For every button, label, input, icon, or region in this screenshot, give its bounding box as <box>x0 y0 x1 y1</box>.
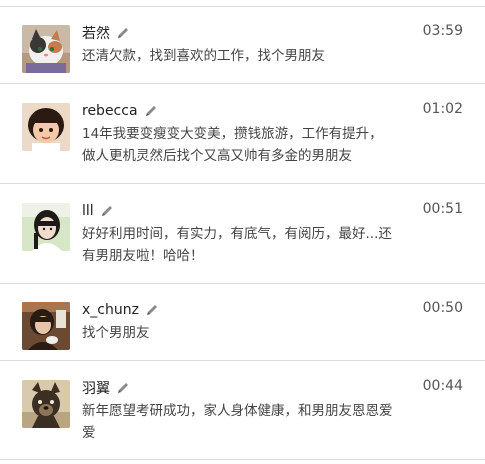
post-time: 00:44 <box>422 378 463 394</box>
wish-text: 还清欠款，找到喜欢的工作，找个男朋友 <box>82 45 407 67</box>
pencil-icon[interactable] <box>144 104 158 118</box>
wish-text-line: 有男朋友啦！哈哈！ <box>82 248 204 264</box>
wish-text: 14年我要变瘦变大变美，攒钱旅游，工作有提升， 做人更机灵然后找个又高又帅有多金… <box>82 123 407 167</box>
wish-text: 新年愿望考研成功，家人身体健康，和男朋友恩恩爱 爱 <box>82 400 407 444</box>
wish-feed: 若然 03:59 还清欠款，找到喜欢的工作，找个男朋友 rebecca 01:0… <box>0 0 485 464</box>
user-name[interactable]: 羽翼 <box>82 378 110 398</box>
user-name[interactable]: x_chunz <box>82 302 139 318</box>
wish-text-line: 新年愿望考研成功，家人身体健康，和男朋友恩恩爱 <box>82 403 393 419</box>
post-time: 00:51 <box>422 201 463 217</box>
wish-text-line: 还清欠款，找到喜欢的工作，找个男朋友 <box>82 48 325 64</box>
pencil-icon[interactable] <box>100 204 114 218</box>
wish-text-line: 爱 <box>82 425 96 441</box>
avatar[interactable] <box>22 25 70 73</box>
divider <box>0 83 485 84</box>
divider <box>0 283 485 284</box>
pencil-icon[interactable] <box>116 381 130 395</box>
post-time: 03:59 <box>422 23 463 39</box>
avatar[interactable] <box>22 380 70 428</box>
divider <box>0 183 485 184</box>
avatar[interactable] <box>22 103 70 151</box>
user-name[interactable]: lll <box>82 203 94 219</box>
post-time: 01:02 <box>422 101 463 117</box>
divider <box>0 6 485 7</box>
wish-text: 找个男朋友 <box>82 322 407 344</box>
pencil-icon[interactable] <box>116 26 130 40</box>
wish-text-line: 14年我要变瘦变大变美，攒钱旅游，工作有提升， <box>82 126 383 142</box>
divider <box>0 459 485 460</box>
divider <box>0 360 485 361</box>
wish-text: 好好利用时间，有实力，有底气，有阅历，最好...还 有男朋友啦！哈哈！ <box>82 223 407 267</box>
user-name[interactable]: rebecca <box>82 103 138 119</box>
post-time: 00:50 <box>422 300 463 316</box>
avatar[interactable] <box>22 302 70 350</box>
user-name[interactable]: 若然 <box>82 23 110 43</box>
wish-text-line: 找个男朋友 <box>82 325 150 341</box>
pencil-icon[interactable] <box>145 303 159 317</box>
avatar[interactable] <box>22 203 70 251</box>
wish-text-line: 好好利用时间，有实力，有底气，有阅历，最好...还 <box>82 226 392 242</box>
wish-text-line: 做人更机灵然后找个又高又帅有多金的男朋友 <box>82 148 352 164</box>
